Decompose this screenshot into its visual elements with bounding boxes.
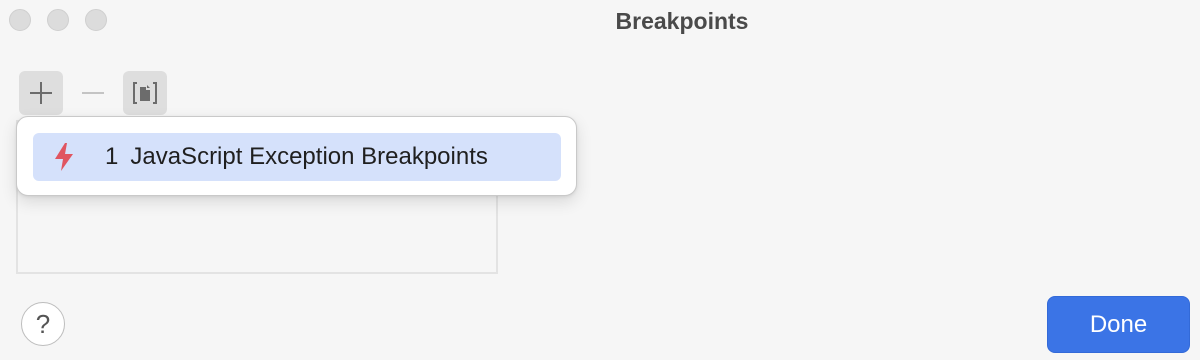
lightning-bolt-icon: [49, 141, 79, 173]
help-icon: ?: [35, 308, 51, 339]
group-by-file-icon: [133, 82, 157, 104]
plus-icon: [30, 82, 52, 104]
add-breakpoint-popup: 1 JavaScript Exception Breakpoints: [16, 116, 577, 196]
breakpoints-toolbar: [19, 71, 167, 115]
popup-item-number: 1: [105, 143, 119, 170]
add-breakpoint-button[interactable]: [19, 71, 63, 115]
done-button[interactable]: Done: [1047, 296, 1190, 353]
breakpoints-dialog: Breakpoints 1 JavaScript Exception Break…: [0, 0, 1200, 360]
minus-icon: [82, 92, 104, 94]
popup-item-javascript-exception-breakpoints[interactable]: 1 JavaScript Exception Breakpoints: [33, 133, 561, 181]
remove-breakpoint-button[interactable]: [71, 71, 115, 115]
popup-item-label: JavaScript Exception Breakpoints: [130, 143, 488, 170]
window-title: Breakpoints: [615, 8, 749, 34]
group-by-file-button[interactable]: [123, 71, 167, 115]
help-button[interactable]: ?: [21, 302, 65, 346]
